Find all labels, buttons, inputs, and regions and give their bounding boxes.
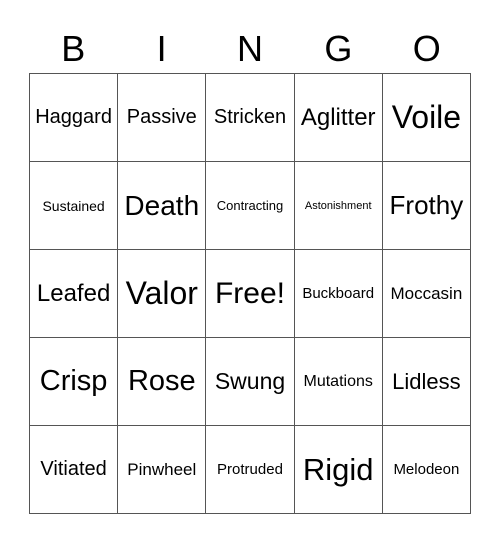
bingo-cell[interactable]: Passive <box>118 74 207 162</box>
bingo-cell[interactable]: Sustained <box>30 162 119 250</box>
bingo-cell[interactable]: Haggard <box>30 74 119 162</box>
header-letter-g: G <box>324 28 353 69</box>
bingo-cell[interactable]: Pinwheel <box>118 426 207 514</box>
bingo-card-grid: Haggard Passive Stricken Aglitter Voile … <box>29 73 471 514</box>
bingo-cell[interactable]: Moccasin <box>382 250 471 338</box>
bingo-cell[interactable]: Stricken <box>206 74 295 162</box>
bingo-cell[interactable]: Vitiated <box>30 426 119 514</box>
bingo-cell[interactable]: Protruded <box>206 426 295 514</box>
bingo-cell[interactable]: Astonishment <box>294 162 383 250</box>
bingo-cell[interactable]: Aglitter <box>294 74 383 162</box>
bingo-cell[interactable]: Mutations <box>294 338 383 426</box>
free-space[interactable]: Free! <box>206 250 295 338</box>
header-letter-n: N <box>236 28 263 69</box>
bingo-cell[interactable]: Rigid <box>294 426 383 514</box>
bingo-cell[interactable]: Frothy <box>382 162 471 250</box>
bingo-header: B I N G O <box>29 26 471 72</box>
bingo-cell[interactable]: Lidless <box>382 338 471 426</box>
bingo-cell[interactable]: Voile <box>382 74 471 162</box>
bingo-cell[interactable]: Valor <box>118 250 207 338</box>
bingo-cell[interactable]: Swung <box>206 338 295 426</box>
header-letter-o: O <box>412 28 441 69</box>
bingo-cell[interactable]: Rose <box>118 338 207 426</box>
bingo-cell[interactable]: Buckboard <box>294 250 383 338</box>
bingo-cell[interactable]: Melodeon <box>382 426 471 514</box>
bingo-cell[interactable]: Leafed <box>30 250 119 338</box>
bingo-cell[interactable]: Crisp <box>30 338 119 426</box>
header-letter-b: B <box>61 28 86 69</box>
header-letter-i: I <box>156 28 167 69</box>
bingo-cell[interactable]: Contracting <box>206 162 295 250</box>
bingo-cell[interactable]: Death <box>118 162 207 250</box>
